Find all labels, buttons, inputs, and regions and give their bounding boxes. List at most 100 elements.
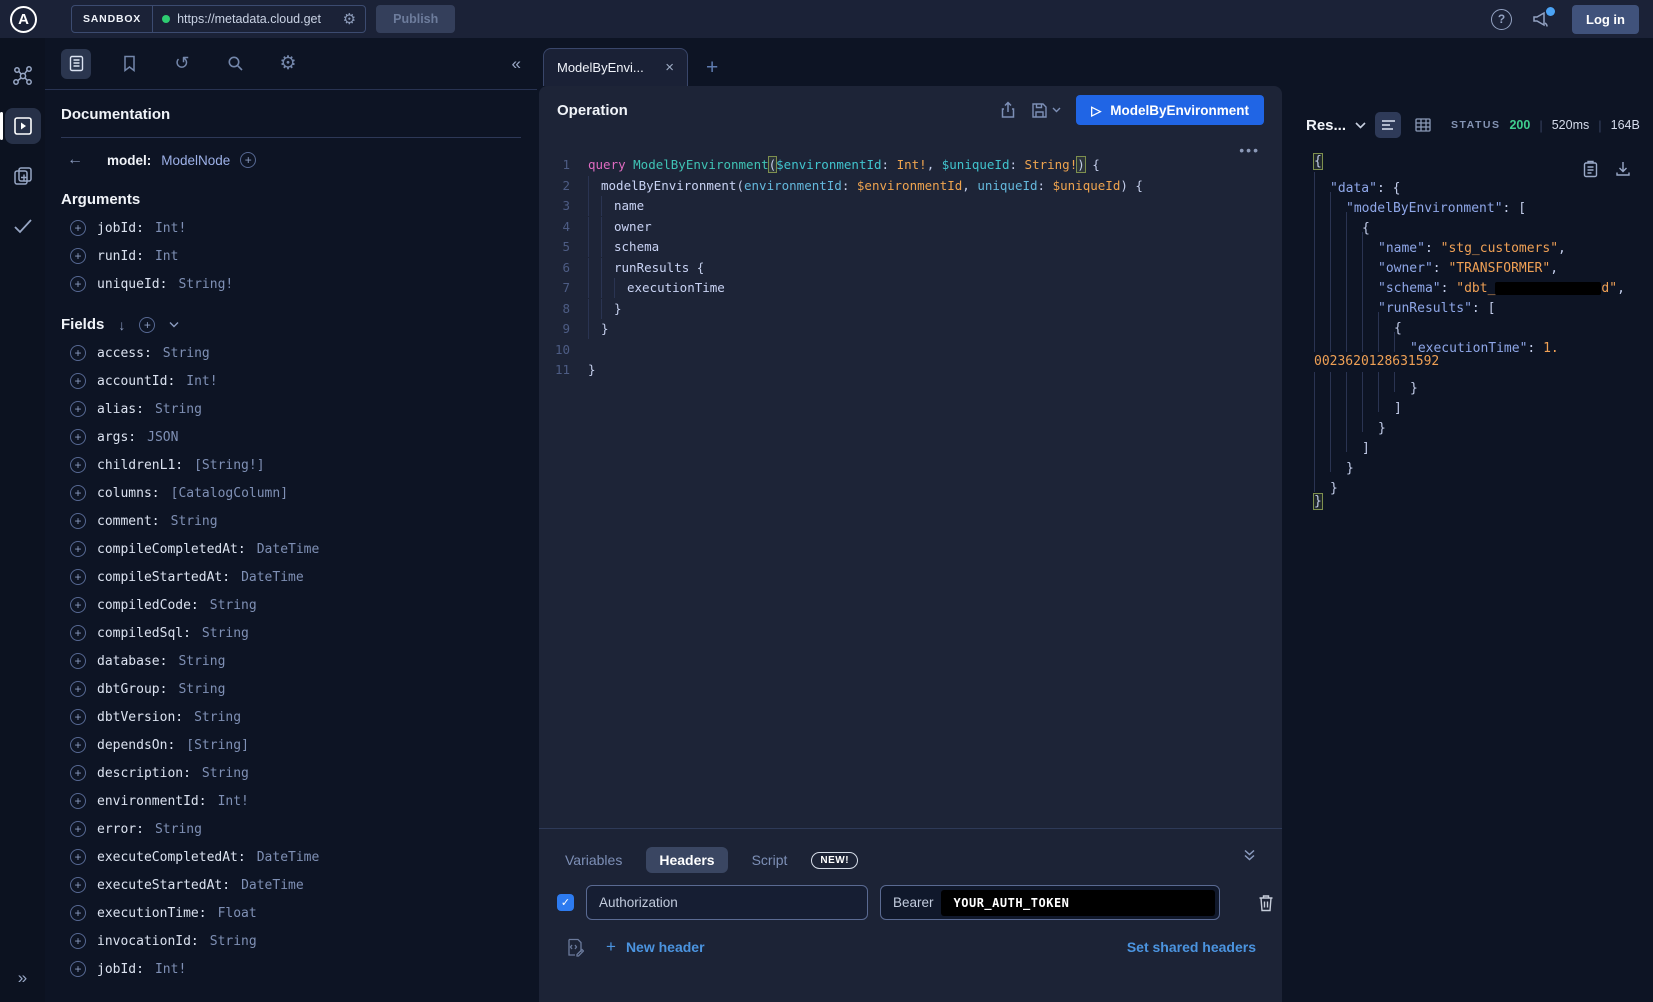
field-type-link[interactable]: Int! xyxy=(218,794,249,809)
field-row[interactable]: +childrenL1:[String!] xyxy=(61,451,521,479)
field-type-link[interactable]: String xyxy=(210,934,257,949)
endpoint-settings-icon[interactable]: ⚙ xyxy=(343,12,356,27)
tab-model-by-environment[interactable]: ModelByEnvi... × xyxy=(543,48,688,86)
field-type-link[interactable]: String xyxy=(202,766,249,781)
field-type-link[interactable]: Int! xyxy=(155,962,186,977)
field-type-link[interactable]: DateTime xyxy=(241,570,304,585)
add-to-query-icon[interactable]: + xyxy=(70,681,86,697)
chevron-down-icon[interactable] xyxy=(169,321,179,328)
argument-row[interactable]: +jobId:Int! xyxy=(61,214,521,242)
sort-fields-icon[interactable]: ↓ xyxy=(118,317,125,333)
field-row[interactable]: +dependsOn:[String] xyxy=(61,731,521,759)
add-all-fields-icon[interactable]: + xyxy=(240,152,256,168)
field-type-link[interactable]: [CatalogColumn] xyxy=(171,486,288,501)
field-row[interactable]: +comment:String xyxy=(61,507,521,535)
field-type-link[interactable]: [String] xyxy=(186,738,249,753)
field-type-link[interactable]: String xyxy=(171,514,218,529)
field-type-link[interactable]: JSON xyxy=(147,430,178,445)
argument-row[interactable]: +runId:Int xyxy=(61,242,521,270)
apollo-logo[interactable]: A xyxy=(10,6,37,33)
field-type-link[interactable]: String xyxy=(155,402,202,417)
login-button[interactable]: Log in xyxy=(1572,5,1639,34)
field-type-link[interactable]: String xyxy=(210,598,257,613)
field-row[interactable]: +jobId:Int! xyxy=(61,955,521,983)
add-to-query-icon[interactable]: + xyxy=(70,849,86,865)
breadcrumb-type-link[interactable]: ModelNode xyxy=(161,153,230,168)
argument-row[interactable]: +uniqueId:String! xyxy=(61,270,521,298)
documentation-tab-icon[interactable] xyxy=(61,49,91,79)
help-icon[interactable]: ? xyxy=(1491,9,1512,30)
table-view-toggle-icon[interactable] xyxy=(1410,112,1436,138)
add-to-query-icon[interactable]: + xyxy=(70,933,86,949)
set-shared-headers-link[interactable]: Set shared headers xyxy=(1127,939,1256,955)
field-type-link[interactable]: String xyxy=(155,822,202,837)
field-row[interactable]: +access:String xyxy=(61,339,521,367)
add-to-query-icon[interactable]: + xyxy=(70,877,86,893)
field-row[interactable]: +compileStartedAt:DateTime xyxy=(61,563,521,591)
field-row[interactable]: +invocationId:String xyxy=(61,927,521,955)
field-row[interactable]: +executeStartedAt:DateTime xyxy=(61,871,521,899)
environment-variables-icon[interactable] xyxy=(567,938,584,957)
close-tab-icon[interactable]: × xyxy=(665,60,674,75)
field-row[interactable]: +compiledSql:String xyxy=(61,619,521,647)
add-to-query-icon[interactable]: + xyxy=(70,597,86,613)
add-to-query-icon[interactable]: + xyxy=(70,345,86,361)
field-row[interactable]: +error:String xyxy=(61,815,521,843)
field-type-link[interactable]: String xyxy=(163,346,210,361)
new-tab-button[interactable]: + xyxy=(706,57,718,78)
header-enabled-checkbox[interactable]: ✓ xyxy=(557,894,574,911)
field-row[interactable]: +description:String xyxy=(61,759,521,787)
add-to-query-icon[interactable]: + xyxy=(70,485,86,501)
header-name-input[interactable]: Authorization xyxy=(586,885,868,920)
field-row[interactable]: +alias:String xyxy=(61,395,521,423)
header-value-input[interactable]: Bearer YOUR_AUTH_TOKEN xyxy=(880,885,1220,920)
add-to-query-icon[interactable]: + xyxy=(70,905,86,921)
field-type-link[interactable]: Int! xyxy=(186,374,217,389)
run-operation-button[interactable]: ▷ ModelByEnvironment xyxy=(1076,95,1264,125)
add-to-query-icon[interactable]: + xyxy=(70,276,86,292)
field-type-link[interactable]: Float xyxy=(218,906,257,921)
field-type-link[interactable]: Int! xyxy=(155,221,186,236)
add-to-query-icon[interactable]: + xyxy=(70,625,86,641)
field-row[interactable]: +dbtVersion:String xyxy=(61,703,521,731)
rail-operation-collections-icon[interactable] xyxy=(5,158,41,194)
field-type-link[interactable]: String xyxy=(178,654,225,669)
endpoint-url-text[interactable]: https://metadata.cloud.get xyxy=(177,12,336,26)
field-type-link[interactable]: DateTime xyxy=(257,850,320,865)
field-type-link[interactable]: String xyxy=(202,626,249,641)
search-icon[interactable] xyxy=(220,49,250,79)
json-view-toggle-icon[interactable] xyxy=(1375,112,1401,138)
add-to-query-icon[interactable]: + xyxy=(70,248,86,264)
field-type-link[interactable]: String! xyxy=(178,277,233,292)
collapse-panel-icon[interactable]: « xyxy=(512,54,521,74)
query-editor[interactable]: 1query ModelByEnvironment($environmentId… xyxy=(539,134,1282,828)
publish-button[interactable]: Publish xyxy=(376,5,455,33)
add-to-query-icon[interactable]: + xyxy=(70,457,86,473)
add-to-query-icon[interactable]: + xyxy=(70,401,86,417)
add-to-query-icon[interactable]: + xyxy=(70,569,86,585)
field-type-link[interactable]: [String!] xyxy=(194,458,264,473)
add-to-query-icon[interactable]: + xyxy=(70,429,86,445)
field-type-link[interactable]: Int xyxy=(155,249,178,264)
add-to-query-icon[interactable]: + xyxy=(70,793,86,809)
field-type-link[interactable]: DateTime xyxy=(257,542,320,557)
field-row[interactable]: +dbtGroup:String xyxy=(61,675,521,703)
add-to-query-icon[interactable]: + xyxy=(70,541,86,557)
bookmarks-icon[interactable] xyxy=(114,49,144,79)
add-to-query-icon[interactable]: + xyxy=(70,220,86,236)
field-row[interactable]: +args:JSON xyxy=(61,423,521,451)
request-tab-headers[interactable]: Headers xyxy=(646,847,727,873)
auth-token-value[interactable]: YOUR_AUTH_TOKEN xyxy=(941,890,1215,916)
response-dropdown-icon[interactable] xyxy=(1355,122,1366,129)
add-to-query-icon[interactable]: + xyxy=(70,737,86,753)
download-response-icon[interactable] xyxy=(1615,160,1631,177)
add-to-query-icon[interactable]: + xyxy=(70,513,86,529)
field-type-link[interactable]: String xyxy=(194,710,241,725)
field-row[interactable]: +database:String xyxy=(61,647,521,675)
endpoint-url-input[interactable]: https://metadata.cloud.get ⚙ xyxy=(153,6,365,32)
add-fields-icon[interactable]: + xyxy=(139,317,155,333)
rail-expand-icon[interactable]: » xyxy=(0,968,45,988)
field-row[interactable]: +columns:[CatalogColumn] xyxy=(61,479,521,507)
add-to-query-icon[interactable]: + xyxy=(70,653,86,669)
more-options-icon[interactable]: ••• xyxy=(1239,142,1260,158)
